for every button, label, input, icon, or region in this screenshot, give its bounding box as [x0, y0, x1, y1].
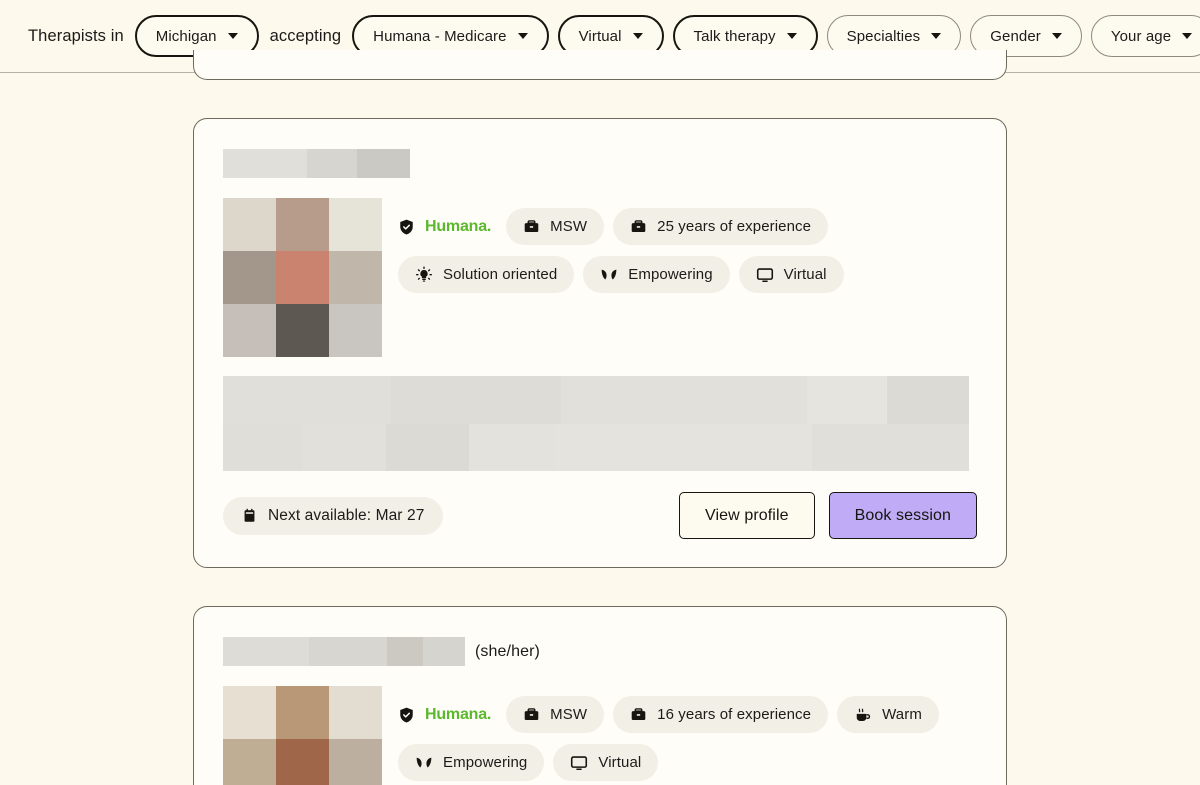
style-badge-empowering: Empowering — [398, 744, 545, 781]
filter-pill-specialties-label: Specialties — [846, 27, 921, 45]
insurance-badge-humana: Humana. — [398, 208, 497, 245]
therapist-bio-redacted — [223, 376, 969, 471]
filter-pill-insurance-label: Humana - Medicare — [373, 27, 507, 45]
style-badge-solution-oriented: Solution oriented — [398, 256, 575, 293]
modality-label: Virtual — [598, 754, 642, 771]
monitor-icon — [571, 755, 588, 770]
briefcase-icon — [524, 220, 539, 233]
therapist-name-row — [223, 149, 977, 178]
credential-label: MSW — [550, 706, 588, 723]
credential-badge: MSW — [506, 696, 605, 733]
experience-badge: 16 years of experience — [613, 696, 829, 733]
mug-icon — [856, 708, 871, 721]
therapist-name-redacted — [223, 149, 410, 178]
therapist-card[interactable]: (she/her) Humana. MSW 16 years of experi… — [193, 606, 1007, 785]
credential-label: MSW — [550, 218, 588, 235]
therapist-body-row: Humana. MSW 16 years of experience Warm … — [223, 686, 977, 785]
insurance-badge-humana: Humana. — [398, 696, 497, 733]
view-profile-button[interactable]: View profile — [679, 492, 815, 539]
avatar — [223, 686, 382, 785]
chevron-down-icon — [227, 33, 238, 39]
filter-pill-age[interactable]: Your age — [1090, 15, 1200, 57]
therapist-name-redacted — [223, 637, 465, 666]
avatar — [223, 198, 382, 357]
modality-label: Virtual — [783, 266, 827, 283]
therapist-badge-list: Humana. MSW 25 years of experience Solut… — [398, 198, 977, 357]
therapist-card-footer: Next available: Mar 27 View profile Book… — [223, 492, 977, 539]
chevron-down-icon — [786, 33, 797, 39]
insurance-name: Humana. — [425, 217, 492, 235]
briefcase-icon — [524, 708, 539, 721]
filter-pill-therapy-type-label: Talk therapy — [693, 27, 776, 45]
therapist-body-row: Humana. MSW 25 years of experience Solut… — [223, 198, 977, 357]
chevron-down-icon — [1051, 33, 1062, 39]
filter-pill-age-label: Your age — [1110, 27, 1172, 45]
filter-mid-text: accepting — [269, 26, 342, 45]
briefcase-icon — [631, 220, 646, 233]
lightbulb-icon — [415, 266, 433, 282]
monitor-icon — [756, 267, 773, 282]
modality-badge-virtual: Virtual — [738, 256, 844, 293]
filter-pill-gender-label: Gender — [990, 27, 1041, 45]
therapist-name-row: (she/her) — [223, 637, 977, 666]
next-available-label: Next available: Mar 27 — [268, 506, 425, 524]
style-badge-empowering: Empowering — [583, 256, 730, 293]
shield-check-icon — [400, 707, 413, 722]
therapist-results-list: Humana. MSW 25 years of experience Solut… — [0, 50, 1200, 785]
experience-label: 16 years of experience — [657, 706, 812, 723]
modality-badge-virtual: Virtual — [553, 744, 659, 781]
chevron-down-icon — [1182, 33, 1193, 39]
calendar-icon — [244, 508, 255, 522]
next-available-badge: Next available: Mar 27 — [223, 496, 444, 535]
insurance-name: Humana. — [425, 705, 492, 723]
experience-badge: 25 years of experience — [613, 208, 829, 245]
style-label: Empowering — [443, 754, 528, 771]
therapist-badge-list: Humana. MSW 16 years of experience Warm … — [398, 686, 977, 785]
filter-pill-location-label: Michigan — [155, 27, 217, 45]
style-label: Warm — [882, 706, 922, 723]
filter-lead-text: Therapists in — [28, 26, 124, 45]
credential-badge: MSW — [506, 208, 605, 245]
therapist-card-previous-partial[interactable] — [193, 50, 1007, 80]
chevron-down-icon — [632, 33, 643, 39]
briefcase-icon — [631, 708, 646, 721]
filter-pill-modality-label: Virtual — [578, 27, 622, 45]
shield-check-icon — [400, 219, 413, 234]
experience-label: 25 years of experience — [657, 218, 812, 235]
wings-icon — [601, 269, 617, 279]
wings-icon — [416, 757, 432, 767]
therapist-card[interactable]: Humana. MSW 25 years of experience Solut… — [193, 118, 1007, 568]
therapist-pronouns: (she/her) — [475, 642, 540, 660]
style-label: Empowering — [628, 266, 713, 283]
book-session-button[interactable]: Book session — [828, 492, 977, 539]
chevron-down-icon — [517, 33, 528, 39]
therapist-card-actions: View profile Book session — [679, 492, 977, 539]
chevron-down-icon — [931, 33, 942, 39]
style-label: Solution oriented — [443, 266, 558, 283]
style-badge-warm: Warm — [837, 696, 939, 733]
